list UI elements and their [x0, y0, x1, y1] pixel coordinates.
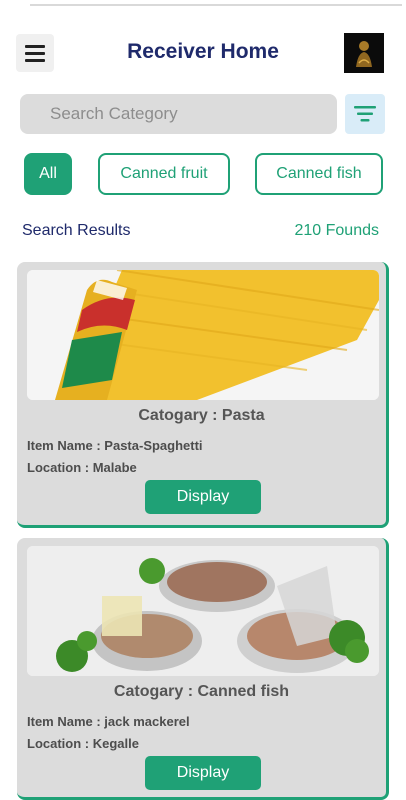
- results-label: Search Results: [22, 222, 131, 239]
- display-button[interactable]: Display: [145, 480, 261, 514]
- item-card-pasta[interactable]: Catogary : Pasta Item Name : Pasta-Spagh…: [17, 262, 389, 528]
- item-category: Catogary : Canned fish: [113, 683, 290, 700]
- chip-all[interactable]: All: [24, 153, 72, 195]
- avatar-image: [344, 33, 384, 73]
- item-name: Item Name : Pasta-Spaghetti: [27, 438, 203, 453]
- item-name: Item Name : jack mackerel: [27, 714, 190, 729]
- avatar[interactable]: [344, 33, 384, 73]
- chip-canned-fish[interactable]: Canned fish: [255, 153, 383, 195]
- item-location: Location : Malabe: [27, 460, 137, 475]
- item-card-canned-fish[interactable]: Catogary : Canned fish Item Name : jack …: [17, 538, 389, 800]
- results-count: 210 Founds: [294, 222, 379, 239]
- filter-icon: [354, 106, 376, 122]
- item-image-pasta: [27, 270, 379, 400]
- filter-button[interactable]: [345, 94, 385, 134]
- top-divider: [30, 4, 402, 6]
- item-category: Catogary : Pasta: [138, 407, 265, 424]
- pasta-image: [27, 270, 379, 400]
- search-bar[interactable]: [20, 94, 337, 134]
- search-input[interactable]: [20, 94, 337, 134]
- item-image-canned-fish: [27, 546, 379, 676]
- canned-fish-image: [27, 546, 379, 676]
- chip-canned-fruit[interactable]: Canned fruit: [98, 153, 230, 195]
- display-button[interactable]: Display: [145, 756, 261, 790]
- item-location: Location : Kegalle: [27, 736, 139, 751]
